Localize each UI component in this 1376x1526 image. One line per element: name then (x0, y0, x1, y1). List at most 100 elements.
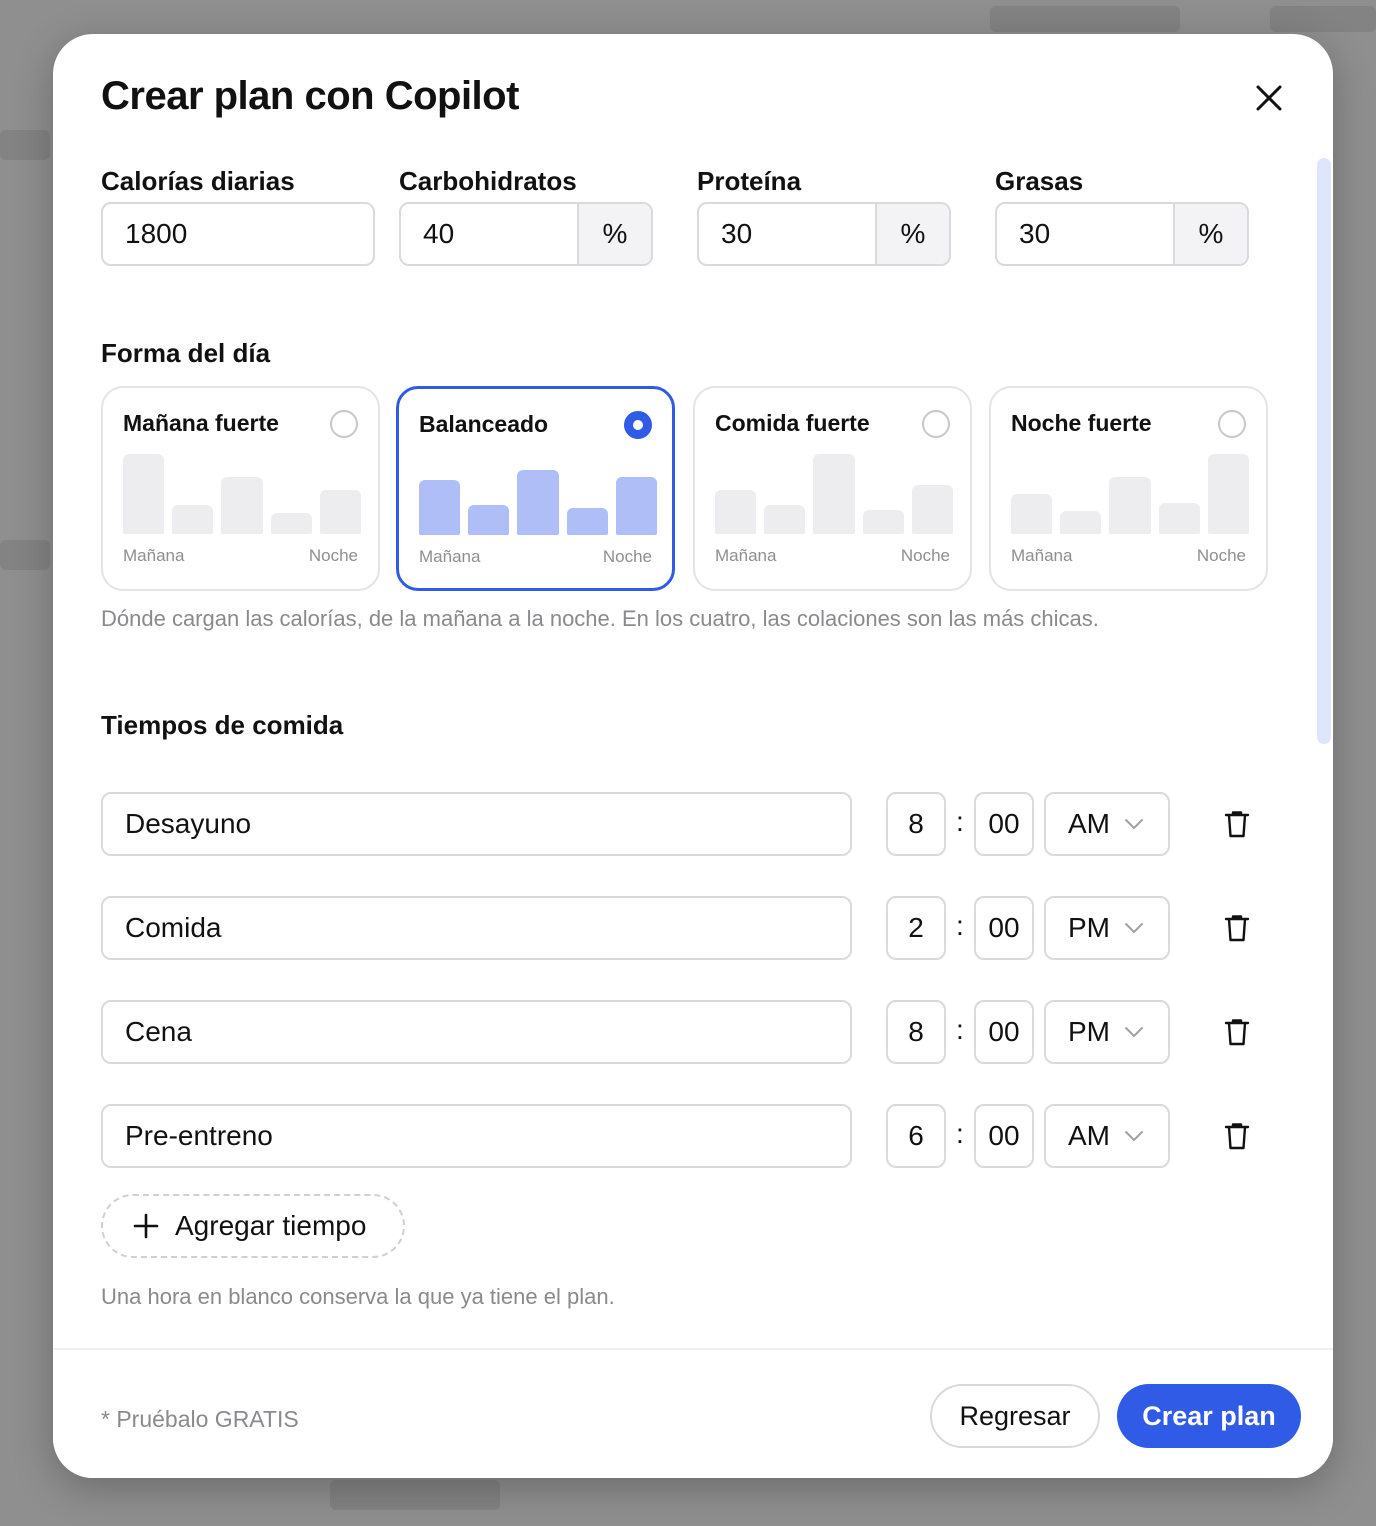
distribution-bar (517, 470, 559, 535)
delete-meal-button[interactable] (1220, 911, 1254, 945)
day-shape-helper: Dónde cargan las calorías, de la mañana … (101, 606, 1099, 631)
carbs-value: 40 (423, 218, 455, 249)
day-shape-option-comida[interactable]: Comida fuerte Mañana Noche (693, 386, 972, 591)
day-shape-label: Forma del día (101, 338, 271, 368)
day-shape-option-manana[interactable]: Mañana fuerte Mañana Noche (101, 386, 380, 591)
distribution-bar (764, 505, 806, 534)
chevron-down-icon (1125, 819, 1143, 830)
day-shape-option-balanceado[interactable]: Balanceado Mañana Noche (396, 386, 675, 591)
hour-input[interactable]: 2 (886, 896, 946, 960)
axis-start-label: Mañana (123, 546, 185, 565)
distribution-bar (270, 513, 312, 534)
protein-value: 30 (721, 218, 753, 249)
hour-input[interactable]: 8 (886, 1000, 946, 1064)
period-value: PM (1068, 912, 1110, 943)
time-separator: : (956, 806, 964, 837)
distribution-bar (911, 485, 954, 534)
radio-button[interactable] (624, 411, 652, 439)
distribution-bar (1158, 503, 1200, 534)
plus-icon (133, 1213, 159, 1239)
period-value: PM (1068, 1016, 1110, 1047)
minute-value: 00 (988, 912, 1020, 943)
scrollbar-thumb[interactable] (1317, 158, 1331, 744)
meal-name-input[interactable]: Comida (101, 896, 852, 960)
distribution-bar (221, 477, 263, 534)
distribution-chart (123, 452, 362, 534)
scrollbar[interactable] (1317, 158, 1331, 1348)
delete-meal-button[interactable] (1220, 1015, 1254, 1049)
distribution-bar (419, 480, 461, 535)
radio-button[interactable] (330, 410, 358, 438)
hour-input[interactable]: 8 (886, 792, 946, 856)
day-shape-option-title: Mañana fuerte (123, 410, 279, 436)
meal-name-value: Desayuno (125, 808, 252, 839)
protein-input[interactable]: 30 % (697, 202, 951, 266)
meals-label: Tiempos de comida (101, 710, 344, 740)
free-trial-note: * Pruébalo GRATIS (101, 1406, 299, 1432)
trash-icon (1224, 1123, 1250, 1150)
calories-input[interactable]: 1800 (101, 202, 375, 266)
minute-value: 00 (988, 808, 1020, 839)
time-separator: : (956, 1014, 964, 1045)
dialog-footer: * Pruébalo GRATIS Regresar Crear plan (53, 1348, 1333, 1478)
chevron-down-icon (1125, 1027, 1143, 1038)
hour-value: 8 (908, 1016, 924, 1047)
create-plan-dialog: Crear plan con Copilot Calorías diarias … (53, 34, 1333, 1478)
backdrop-element (1270, 6, 1376, 32)
axis-start-label: Mañana (715, 546, 777, 565)
minute-value: 00 (988, 1016, 1020, 1047)
add-meal-button[interactable]: Agregar tiempo (101, 1194, 405, 1258)
time-separator: : (956, 1118, 964, 1149)
back-button[interactable]: Regresar (930, 1384, 1100, 1448)
hour-input[interactable]: 6 (886, 1104, 946, 1168)
period-select[interactable]: PM (1044, 896, 1170, 960)
protein-label: Proteína (697, 166, 802, 196)
axis-start-label: Mañana (419, 547, 481, 566)
fats-input[interactable]: 30 % (995, 202, 1249, 266)
meal-name-input[interactable]: Desayuno (101, 792, 852, 856)
meal-name-input[interactable]: Cena (101, 1000, 852, 1064)
backdrop-element (0, 540, 50, 570)
day-shape-option-title: Balanceado (419, 411, 549, 437)
radio-button[interactable] (1218, 410, 1246, 438)
minute-input[interactable]: 00 (974, 1104, 1034, 1168)
minute-input[interactable]: 00 (974, 1000, 1034, 1064)
distribution-bar (862, 510, 904, 534)
distribution-chart (419, 453, 658, 535)
distribution-bar (813, 454, 855, 534)
fats-unit: % (1173, 204, 1247, 264)
day-shape-option-title: Noche fuerte (1011, 410, 1152, 436)
calories-label: Calorías diarias (101, 166, 295, 196)
carbs-input[interactable]: 40 % (399, 202, 653, 266)
distribution-bar (1011, 494, 1053, 534)
axis-end-label: Noche (1196, 546, 1246, 565)
period-value: AM (1068, 808, 1110, 839)
distribution-bar (1060, 511, 1102, 534)
distribution-bar (615, 477, 658, 535)
meal-name-input[interactable]: Pre-entreno (101, 1104, 852, 1168)
trash-icon (1224, 811, 1250, 838)
distribution-bar (715, 490, 757, 534)
axis-end-label: Noche (900, 546, 950, 565)
meal-name-value: Cena (125, 1016, 192, 1047)
period-value: AM (1068, 1120, 1110, 1151)
backdrop-element (330, 1480, 500, 1510)
day-shape-option-noche[interactable]: Noche fuerte Mañana Noche (989, 386, 1268, 591)
carbs-unit: % (577, 204, 651, 264)
close-button[interactable] (1249, 78, 1289, 118)
period-select[interactable]: AM (1044, 792, 1170, 856)
period-select[interactable]: PM (1044, 1000, 1170, 1064)
period-select[interactable]: AM (1044, 1104, 1170, 1168)
axis-end-label: Noche (602, 547, 652, 566)
delete-meal-button[interactable] (1220, 807, 1254, 841)
axis-end-label: Noche (308, 546, 358, 565)
day-shape-option-title: Comida fuerte (715, 410, 870, 436)
carbs-label: Carbohidratos (399, 166, 577, 196)
create-plan-button[interactable]: Crear plan (1117, 1384, 1301, 1448)
minute-input[interactable]: 00 (974, 896, 1034, 960)
hour-value: 6 (908, 1120, 924, 1151)
chevron-down-icon (1125, 1131, 1143, 1142)
radio-button[interactable] (922, 410, 950, 438)
delete-meal-button[interactable] (1220, 1119, 1254, 1153)
minute-input[interactable]: 00 (974, 792, 1034, 856)
